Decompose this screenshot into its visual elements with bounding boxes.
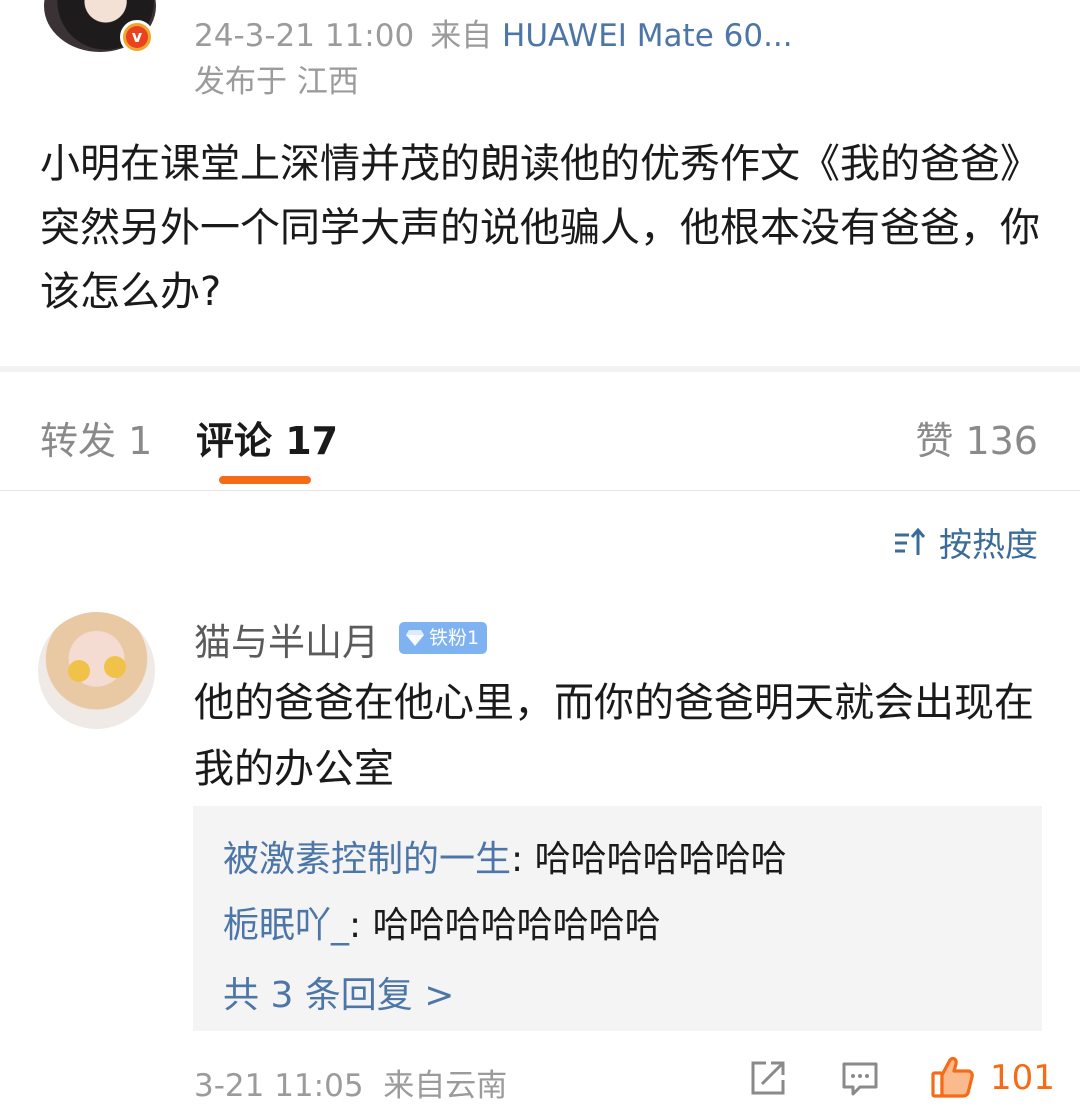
post-device-link[interactable]: HUAWEI Mate 60... bbox=[502, 18, 793, 54]
comment-icon[interactable] bbox=[840, 1058, 880, 1098]
reply-text: : 哈哈哈哈哈哈哈 bbox=[511, 839, 787, 880]
sort-icon bbox=[895, 527, 926, 555]
like-count: 101 bbox=[990, 1058, 1055, 1098]
thumbs-up-icon[interactable] bbox=[930, 1054, 976, 1100]
fan-badge[interactable]: 铁粉1 bbox=[399, 622, 488, 654]
more-replies-link[interactable]: 共 3 条回复 > bbox=[223, 966, 454, 1018]
sort-label: 按热度 bbox=[939, 525, 1038, 564]
post-location: 发布于 江西 bbox=[194, 64, 359, 100]
verified-badge-letter: v bbox=[126, 26, 148, 48]
tab-divider bbox=[0, 490, 1080, 491]
reply-user[interactable]: 被激素控制的一生 bbox=[223, 839, 511, 880]
post-timestamp: 24-3-21 11:00 bbox=[194, 18, 415, 54]
share-icon[interactable] bbox=[748, 1058, 788, 1098]
reply-text: : 哈哈哈哈哈哈哈哈 bbox=[349, 905, 661, 946]
commenter-avatar[interactable] bbox=[38, 612, 155, 729]
post-content: 小明在课堂上深情并茂的朗读他的优秀作文《我的爸爸》突然另外一个同学大声的说他骗人… bbox=[40, 141, 1040, 315]
tab-active-indicator bbox=[219, 476, 311, 484]
commenter-username[interactable]: 猫与半山月 bbox=[194, 612, 379, 666]
reply-user[interactable]: 栀眠吖_ bbox=[223, 905, 349, 946]
comment-meta: 3-21 11:05 来自云南 bbox=[194, 1060, 507, 1105]
diamond-icon bbox=[406, 630, 424, 646]
reply-item[interactable]: 被激素控制的一生: 哈哈哈哈哈哈哈 bbox=[223, 830, 787, 882]
tab-like[interactable]: 赞 136 bbox=[915, 410, 1038, 465]
tab-comment[interactable]: 评论 17 bbox=[196, 410, 338, 465]
post-source-prefix: 来自 bbox=[430, 18, 493, 54]
comment-time: 3-21 11:05 bbox=[194, 1068, 364, 1104]
comment-text: 他的爸爸在他心里，而你的爸爸明天就会出现在我的办公室 bbox=[194, 680, 1034, 792]
comment-location: 来自云南 bbox=[383, 1068, 508, 1104]
fan-badge-label: 铁粉1 bbox=[429, 627, 480, 649]
post-meta: 24-3-21 11:00 来自 HUAWEI Mate 60... bbox=[194, 10, 793, 55]
reply-preview-box[interactable]: 被激素控制的一生: 哈哈哈哈哈哈哈 栀眠吖_: 哈哈哈哈哈哈哈哈 共 3 条回复… bbox=[193, 806, 1042, 1031]
section-divider bbox=[0, 366, 1080, 372]
reply-item[interactable]: 栀眠吖_: 哈哈哈哈哈哈哈哈 bbox=[223, 896, 661, 948]
sort-button[interactable]: 按热度 bbox=[893, 518, 1038, 566]
tab-repost[interactable]: 转发 1 bbox=[40, 410, 152, 465]
verified-badge-icon: v bbox=[120, 20, 154, 54]
